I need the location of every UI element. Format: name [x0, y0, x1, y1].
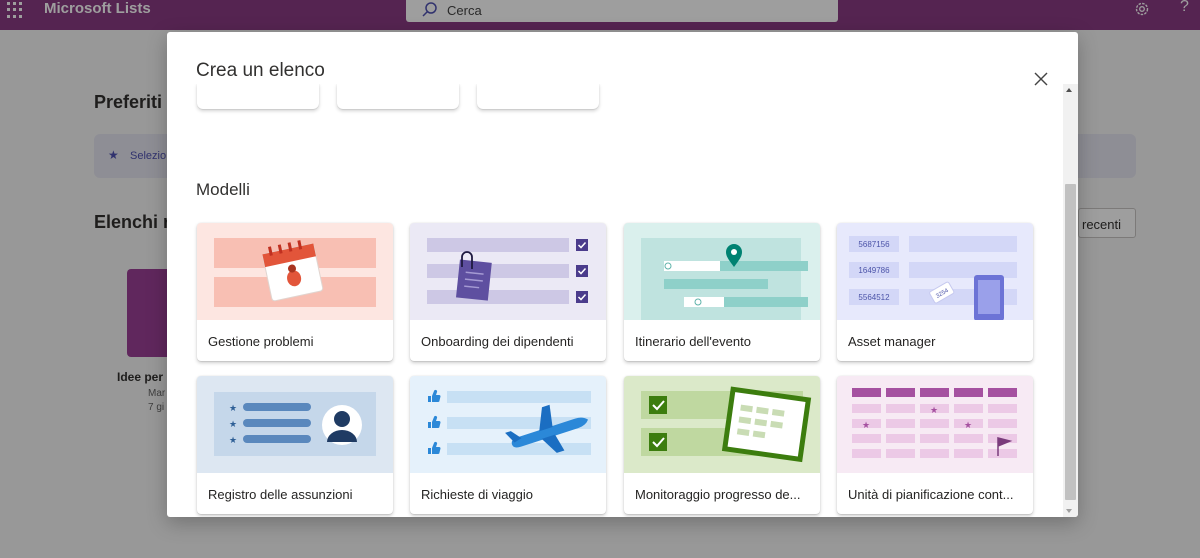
template-card-travel-requests[interactable]: Richieste di viaggio	[410, 376, 606, 514]
template-card-issue-tracker[interactable]: Gestione problemi	[197, 223, 393, 361]
issue-tracker-illustration	[197, 223, 393, 320]
asset-number-1: 5687156	[858, 240, 890, 249]
asset-manager-illustration: 5687156 1649786 5564512 3254	[837, 223, 1033, 320]
dialog-title: Crea un elenco	[196, 60, 325, 81]
template-label: Gestione problemi	[208, 334, 314, 349]
template-card-work-progress-tracker[interactable]: Monitoraggio progresso de...	[624, 376, 820, 514]
scrollbar-thumb[interactable]	[1065, 184, 1076, 500]
svg-text:★: ★	[229, 404, 237, 414]
create-list-dialog: Crea un elenco Modelli Gestione problemi	[167, 32, 1078, 517]
dialog-scrollbar[interactable]	[1063, 84, 1078, 517]
svg-text:★: ★	[930, 406, 938, 416]
recruitment-illustration: ★ ★ ★	[197, 376, 393, 473]
dialog-content: Modelli Gestione problemi Onboarding dei…	[167, 84, 1063, 517]
onboarding-illustration	[410, 223, 606, 320]
scroll-up-arrow-icon[interactable]	[1066, 88, 1072, 92]
template-label: Registro delle assunzioni	[208, 487, 353, 502]
scroll-down-arrow-icon[interactable]	[1066, 509, 1072, 513]
asset-number-3: 5564512	[858, 293, 890, 302]
template-card-employee-onboarding[interactable]: Onboarding dei dipendenti	[410, 223, 606, 361]
travel-requests-illustration	[410, 376, 606, 473]
template-label: Unità di pianificazione cont...	[848, 487, 1014, 502]
template-label: Asset manager	[848, 334, 936, 349]
progress-tracker-illustration	[624, 376, 820, 473]
template-card-recruitment-tracker[interactable]: ★ ★ ★ Registro delle assunzioni	[197, 376, 393, 514]
svg-text:★: ★	[964, 421, 972, 431]
svg-text:★: ★	[862, 421, 870, 431]
template-label: Richieste di viaggio	[421, 487, 534, 502]
blank-list-option[interactable]	[197, 84, 319, 109]
template-card-event-itinerary[interactable]: Itinerario dell'evento	[624, 223, 820, 361]
svg-text:★: ★	[229, 420, 237, 430]
excel-import-option[interactable]	[337, 84, 459, 109]
template-label: Itinerario dell'evento	[635, 334, 751, 349]
asset-number-2: 1649786	[858, 266, 890, 275]
svg-text:★: ★	[229, 436, 237, 446]
template-card-asset-manager[interactable]: 5687156 1649786 5564512 3254 Asset manag…	[837, 223, 1033, 361]
event-itinerary-illustration	[624, 223, 820, 320]
template-label: Monitoraggio progresso de...	[635, 487, 801, 502]
existing-list-option[interactable]	[477, 84, 599, 109]
template-label: Onboarding dei dipendenti	[421, 334, 574, 349]
template-card-content-scheduler[interactable]: ★ ★ ★ Unità di pianificazione cont...	[837, 376, 1033, 514]
content-scheduler-illustration: ★ ★ ★	[837, 376, 1033, 473]
templates-heading: Modelli	[196, 180, 250, 199]
